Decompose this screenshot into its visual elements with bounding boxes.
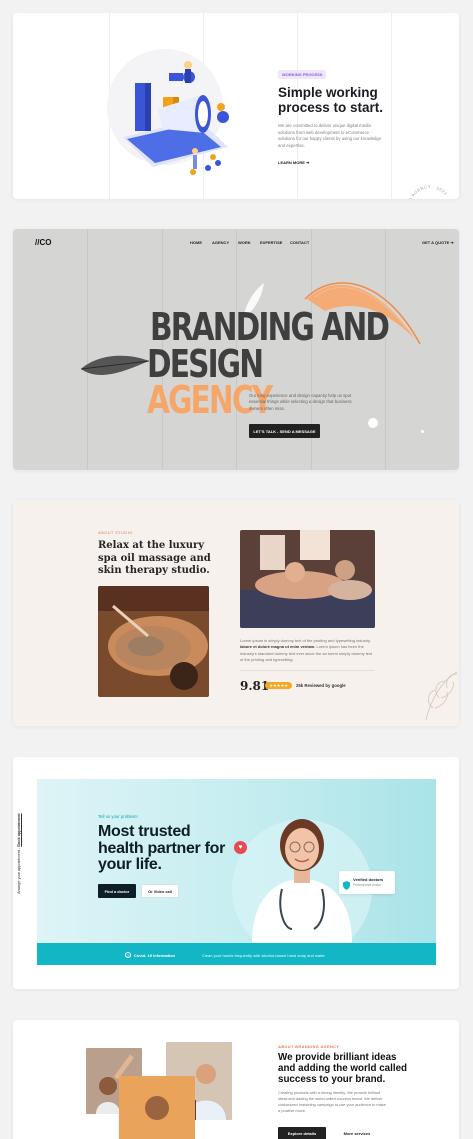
get-a-quote-link[interactable]: GET A QUOTE ➔ [422,240,454,245]
learn-more-link[interactable]: LEARN MORE ➔ [278,160,309,165]
smiling-man-photo [119,1076,195,1139]
desc-start: Lorem ipsum is simply dummy text of the … [240,638,371,643]
marketing-illustration [93,37,243,187]
heart-icon: ♥ [234,841,247,854]
hero-eyebrow: Tell us your problem! [98,814,138,819]
rotating-badge-text: SEO AGENCY · 2021 · EXPERT [406,184,453,199]
section-title: We provide brilliant ideas and adding th… [278,1052,408,1086]
hygiene-tip: Clean your hands frequently with alcohol… [202,953,326,958]
about-branding-card: ABOUT BRANDING AGENCY We provide brillia… [13,1020,459,1139]
doctor-photo [222,779,382,943]
dark-feather-image [79,347,151,387]
leaf-decoration [421,668,459,723]
nav-work[interactable]: WORK [238,240,251,245]
section-label: ABOUT STUDIO [98,530,133,535]
hero-headline-line1: BRANDING AND [150,305,390,349]
rotating-badge: SEO AGENCY · 2021 · EXPERT [405,183,455,199]
section-eyebrow: WORKING PROCESS [278,70,327,79]
explore-details-button[interactable]: Explore details [278,1127,326,1139]
hero-title: Most trusted health partner for your lif… [98,823,226,873]
branding-agency-card: //CO HOME AGENCY WORK EXPERTISE CONTACT … [13,229,459,470]
covid-info-link[interactable]: i Covid- 19 information [125,952,175,958]
section-description: We are committed to deliver unique digit… [278,123,382,148]
studio-description: Lorem ipsum is simply dummy text of the … [240,638,373,664]
spa-studio-card: ABOUT STUDIO Relax at the luxury spa oil… [13,500,459,726]
book-appointment-link[interactable]: Book appointment [17,813,21,846]
facial-treatment-photo [98,586,209,697]
svg-text:SEO AGENCY · 2021 · EXPERT: SEO AGENCY · 2021 · EXPERT [406,184,454,199]
review-count: 25k Reviewed by google [296,683,346,688]
section-description: Creating products with a strong identity… [278,1090,386,1113]
star-rating: ★★★★★ [265,682,292,689]
massage-photo [240,530,375,628]
verified-doctors-badge: Verified doctors Professional doctor [339,871,395,894]
side-text: Arrange your appointment - [17,846,21,894]
nav-contact[interactable]: CONTACT [290,240,309,245]
verified-subtitle: Professional doctor [353,883,382,887]
more-services-button[interactable]: More services [333,1127,381,1139]
decor-dot [368,418,378,428]
divider [240,670,375,671]
appointment-side-text: Arrange your appointment - Book appointm… [17,813,21,894]
find-doctor-button[interactable]: Find a doctor [98,884,136,898]
covid-label: Covid- 19 information [134,952,176,958]
hero-subtitle: Our long experience and design capacity … [249,393,352,411]
info-icon: i [125,952,131,958]
nav-agency[interactable]: AGENCY [212,240,229,245]
desc-bold: labore et dolore magna ut enim veniam. [240,644,316,650]
nav-expertise[interactable]: EXPERTISE [260,240,282,245]
working-process-card: WORKING PROCESS Simple working process t… [13,13,459,199]
health-partner-card: Arrange your appointment - Book appointm… [13,757,459,989]
shield-icon [343,877,350,890]
section-title: Simple working process to start. [278,85,384,115]
section-title: Relax at the luxury spa oil massage and … [98,540,211,576]
section-eyebrow: ABOUT BRANDING AGENCY [278,1044,340,1049]
send-message-button[interactable]: LET'S TALK - SEND A MESSAGE [249,424,320,438]
video-call-button[interactable]: Or Video call [141,884,179,898]
decor-dot [421,430,424,433]
nav-home[interactable]: HOME [190,240,202,245]
verified-title: Verified doctors [353,877,384,882]
agency-logo[interactable]: //CO [35,238,51,247]
